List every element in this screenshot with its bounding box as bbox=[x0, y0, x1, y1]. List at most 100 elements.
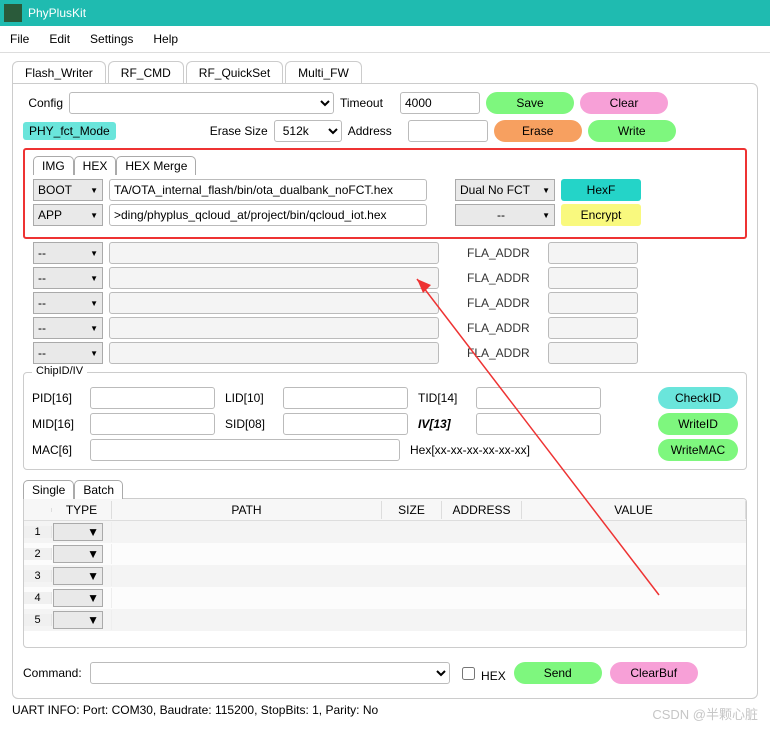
chevron-down-icon: ▼ bbox=[87, 547, 99, 561]
row3-type-dropdown[interactable]: ▼ bbox=[53, 567, 103, 585]
tab-hex-merge[interactable]: HEX Merge bbox=[116, 156, 196, 175]
row-index: 5 bbox=[24, 614, 52, 626]
tab-rf-cmd[interactable]: RF_CMD bbox=[108, 61, 184, 84]
tab-img[interactable]: IMG bbox=[33, 156, 74, 175]
row2-option-dropdown[interactable]: --▼ bbox=[455, 204, 555, 226]
lid-label: LID[10] bbox=[225, 391, 273, 405]
chevron-down-icon: ▼ bbox=[87, 591, 99, 605]
address-label: Address bbox=[348, 124, 402, 138]
menu-file[interactable]: File bbox=[10, 32, 29, 46]
save-button[interactable]: Save bbox=[486, 92, 574, 114]
hex-checkbox[interactable] bbox=[462, 667, 475, 680]
row1-type-dropdown[interactable]: BOOT▼ bbox=[33, 179, 103, 201]
chevron-down-icon: ▼ bbox=[542, 186, 550, 195]
row2-path-input[interactable] bbox=[109, 204, 427, 226]
single-batch-tabstrip: Single Batch bbox=[23, 480, 747, 499]
grid-header-idx bbox=[24, 508, 52, 512]
tab-single[interactable]: Single bbox=[23, 480, 74, 499]
row3-fla-addr-label: FLA_ADDR bbox=[467, 246, 542, 260]
chevron-down-icon: ▼ bbox=[90, 211, 98, 220]
clear-button[interactable]: Clear bbox=[580, 92, 668, 114]
mac-input[interactable] bbox=[90, 439, 400, 461]
menu-edit[interactable]: Edit bbox=[49, 32, 70, 46]
row4-type-dropdown[interactable]: --▼ bbox=[33, 267, 103, 289]
config-select[interactable] bbox=[69, 92, 334, 114]
grid-header-size: SIZE bbox=[382, 501, 442, 519]
menu-help[interactable]: Help bbox=[153, 32, 178, 46]
address-input[interactable] bbox=[408, 120, 488, 142]
erase-size-label: Erase Size bbox=[204, 124, 268, 138]
row7-type-dropdown[interactable]: --▼ bbox=[33, 342, 103, 364]
chevron-down-icon: ▼ bbox=[90, 249, 98, 258]
row5-type-dropdown[interactable]: ▼ bbox=[53, 611, 103, 629]
lid-input[interactable] bbox=[283, 387, 408, 409]
row5-type-dropdown[interactable]: --▼ bbox=[33, 292, 103, 314]
encrypt-button[interactable]: Encrypt bbox=[561, 204, 641, 226]
row6-type-dropdown[interactable]: --▼ bbox=[33, 317, 103, 339]
command-label: Command: bbox=[23, 666, 82, 680]
tab-multi-fw[interactable]: Multi_FW bbox=[285, 61, 362, 84]
row4-type-dropdown[interactable]: ▼ bbox=[53, 589, 103, 607]
row5-addr-input[interactable] bbox=[548, 292, 638, 314]
chipid-legend: ChipID/IV bbox=[32, 365, 87, 377]
window-title: PhyPlusKit bbox=[28, 6, 86, 20]
uart-info-status: UART INFO: Port: COM30, Baudrate: 115200… bbox=[12, 703, 758, 717]
row3-path-input[interactable] bbox=[109, 242, 439, 264]
menu-settings[interactable]: Settings bbox=[90, 32, 133, 46]
row6-fla-addr-label: FLA_ADDR bbox=[467, 321, 542, 335]
chevron-down-icon: ▼ bbox=[90, 349, 98, 358]
row3-type-dropdown[interactable]: --▼ bbox=[33, 242, 103, 264]
checkid-button[interactable]: CheckID bbox=[658, 387, 738, 409]
tab-flash-writer[interactable]: Flash_Writer bbox=[12, 61, 106, 84]
tab-batch[interactable]: Batch bbox=[74, 480, 123, 499]
send-button[interactable]: Send bbox=[514, 662, 602, 684]
iv-input[interactable] bbox=[476, 413, 601, 435]
tid-input[interactable] bbox=[476, 387, 601, 409]
clearbuf-button[interactable]: ClearBuf bbox=[610, 662, 698, 684]
tab-hex[interactable]: HEX bbox=[74, 156, 117, 175]
hexf-button[interactable]: HexF bbox=[561, 179, 641, 201]
phy-fct-mode-button[interactable]: PHY_fct_Mode bbox=[23, 122, 116, 140]
sid-input[interactable] bbox=[283, 413, 408, 435]
row4-fla-addr-label: FLA_ADDR bbox=[467, 271, 542, 285]
row7-addr-input[interactable] bbox=[548, 342, 638, 364]
row-index: 4 bbox=[24, 592, 52, 604]
writemac-button[interactable]: WriteMAC bbox=[658, 439, 738, 461]
command-combo[interactable] bbox=[90, 662, 450, 684]
row7-path-input[interactable] bbox=[109, 342, 439, 364]
erase-button[interactable]: Erase bbox=[494, 120, 582, 142]
row6-path-input[interactable] bbox=[109, 317, 439, 339]
hex-checkbox-label[interactable]: HEX bbox=[458, 664, 506, 683]
row2-type-dropdown[interactable]: ▼ bbox=[53, 545, 103, 563]
row4-path-input[interactable] bbox=[109, 267, 439, 289]
tab-rf-quickset[interactable]: RF_QuickSet bbox=[186, 61, 283, 84]
row2-type-dropdown[interactable]: APP▼ bbox=[33, 204, 103, 226]
chevron-down-icon: ▼ bbox=[90, 324, 98, 333]
table-row: 1 ▼ bbox=[24, 521, 746, 543]
mid-input[interactable] bbox=[90, 413, 215, 435]
write-button[interactable]: Write bbox=[588, 120, 676, 142]
row6-addr-input[interactable] bbox=[548, 317, 638, 339]
writeid-button[interactable]: WriteID bbox=[658, 413, 738, 435]
chevron-down-icon: ▼ bbox=[90, 274, 98, 283]
chevron-down-icon: ▼ bbox=[90, 299, 98, 308]
row5-fla-addr-label: FLA_ADDR bbox=[467, 296, 542, 310]
flash-writer-panel: Config Timeout Save Clear PHY_fct_Mode E… bbox=[12, 83, 758, 699]
app-icon bbox=[4, 4, 22, 22]
grid-header-type: TYPE bbox=[52, 501, 112, 519]
row4-addr-input[interactable] bbox=[548, 267, 638, 289]
erase-size-select[interactable]: 512k bbox=[274, 120, 342, 142]
chevron-down-icon: ▼ bbox=[87, 613, 99, 627]
row-index: 2 bbox=[24, 548, 52, 560]
row7-fla-addr-label: FLA_ADDR bbox=[467, 346, 542, 360]
timeout-input[interactable] bbox=[400, 92, 480, 114]
mid-label: MID[16] bbox=[32, 417, 80, 431]
main-menubar: File Edit Settings Help bbox=[0, 26, 770, 53]
row5-path-input[interactable] bbox=[109, 292, 439, 314]
row1-option-dropdown[interactable]: Dual No FCT▼ bbox=[455, 179, 555, 201]
row1-path-input[interactable] bbox=[109, 179, 427, 201]
row1-type-dropdown[interactable]: ▼ bbox=[53, 523, 103, 541]
row3-addr-input[interactable] bbox=[548, 242, 638, 264]
table-row: 5 ▼ bbox=[24, 609, 746, 631]
pid-input[interactable] bbox=[90, 387, 215, 409]
